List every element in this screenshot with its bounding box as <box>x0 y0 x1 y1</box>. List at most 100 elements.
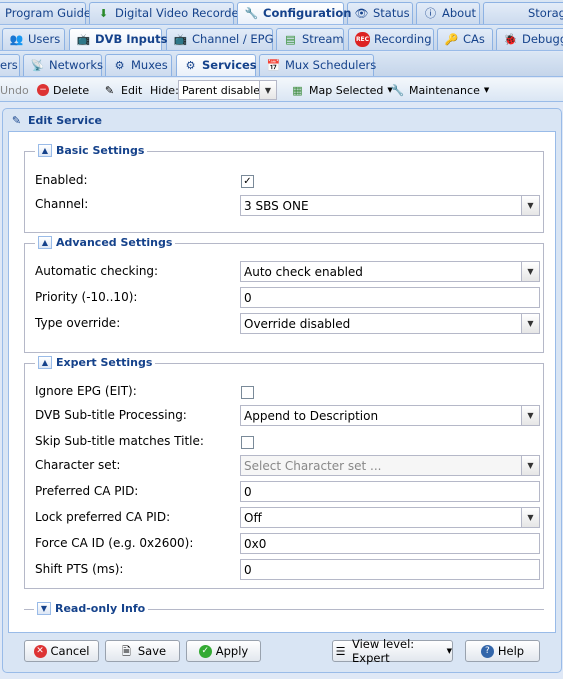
cancel-label: Cancel <box>50 644 90 658</box>
edit-icon: ✎ <box>11 113 22 127</box>
auto-check-label: Automatic checking: <box>35 264 159 278</box>
subtitle-label: DVB Sub-title Processing: <box>35 408 187 422</box>
channel-value: 3 SBS ONE <box>244 198 309 213</box>
type-override-select[interactable]: Override disabled ▼ <box>240 313 540 334</box>
help-label: Help <box>497 644 525 658</box>
tab-recording[interactable]: REC Recording <box>348 28 434 50</box>
undo-label: Undo <box>0 83 29 97</box>
chevron-down-icon: ▼ <box>521 196 539 215</box>
auto-check-select[interactable]: Auto check enabled ▼ <box>240 261 540 282</box>
collapse-icon[interactable]: ▲ <box>38 356 52 369</box>
tab-channel-epg[interactable]: 📺 Channel / EPG <box>166 28 274 50</box>
top-tab-bar: Program Guide ⬇ Digital Video Recorder 🔧 C… <box>0 0 563 25</box>
tab-dvb-inputs[interactable]: 📺 DVB Inputs <box>69 28 167 50</box>
type-override-label: Type override: <box>35 316 121 330</box>
force-ca-label: Force CA ID (e.g. 0x2600): <box>35 536 194 550</box>
view-level-label: View level: Expert <box>352 637 415 665</box>
rec-icon: REC <box>355 32 370 47</box>
tab-users[interactable]: 👥 Users <box>2 28 65 50</box>
tab-services[interactable]: ⚙ Services <box>176 54 257 76</box>
priority-label: Priority (-10..10): <box>35 290 138 304</box>
map-selected-label: Map Selected <box>309 83 384 97</box>
edit-label: Edit <box>121 83 143 97</box>
tab-status[interactable]: 👁 Status <box>347 2 413 24</box>
dialog-title-text: Edit Service <box>28 113 102 127</box>
priority-input[interactable]: 0 <box>240 287 540 308</box>
hide-label-text: Hide: <box>150 83 179 97</box>
edit-icon: ✎ <box>104 83 115 97</box>
hide-label: Hide: <box>150 81 179 99</box>
tab-networks[interactable]: 📡 Networks <box>23 54 104 76</box>
ignore-epg-label: Ignore EPG (EIT): <box>35 384 137 398</box>
tab-label: Debugg <box>522 32 563 46</box>
force-ca-input[interactable]: 0x0 <box>240 533 540 554</box>
tab-label: ers <box>0 58 18 72</box>
tab-label: Muxes <box>131 58 168 72</box>
tab-label: Status <box>373 6 410 20</box>
collapse-icon[interactable]: ▲ <box>38 144 52 157</box>
tab-program-guide[interactable]: Program Guide <box>0 2 91 24</box>
dialog-title: ✎ Edit Service <box>9 111 102 129</box>
tab-about[interactable]: ⓘ About <box>416 2 480 24</box>
basic-settings-legend[interactable]: ▲ Basic Settings <box>35 144 148 157</box>
tab-dvr[interactable]: ⬇ Digital Video Recorder <box>89 2 243 24</box>
tab-mux-schedulers[interactable]: 📅 Mux Schedulers <box>259 54 377 76</box>
advanced-settings-legend[interactable]: ▲ Advanced Settings <box>35 236 176 249</box>
tab-label: Networks <box>49 58 104 72</box>
info-icon: ⓘ <box>425 7 436 20</box>
pref-ca-input[interactable]: 0 <box>240 481 540 502</box>
enabled-label: Enabled: <box>35 173 88 187</box>
apply-button[interactable]: ✓ Apply <box>186 640 261 662</box>
hide-select-value: Parent disabled <box>182 83 268 97</box>
skip-subtitle-checkbox[interactable] <box>241 436 254 449</box>
view-level-button[interactable]: ☰ View level: Expert ▼ <box>332 637 453 665</box>
chevron-down-icon: ▼ <box>521 406 539 425</box>
skip-subtitle-label: Skip Sub-title matches Title: <box>35 434 204 448</box>
enabled-checkbox[interactable]: ✓ <box>241 175 254 188</box>
tab-storage[interactable]: Storag <box>483 2 563 24</box>
undo-button[interactable]: Undo <box>0 81 29 99</box>
tab-stream[interactable]: ▤ Stream <box>276 28 344 50</box>
apply-label: Apply <box>215 644 249 658</box>
tab-label: Mux Schedulers <box>285 58 377 72</box>
wrench-icon: 🔧 <box>390 83 405 97</box>
tab-muxes[interactable]: ⚙ Muxes <box>105 54 172 76</box>
charset-select[interactable]: Select Character set ... ▼ <box>240 455 540 476</box>
tab-label: Storag <box>528 6 563 20</box>
subtitle-value: Append to Description <box>244 408 379 423</box>
dropdown-arrow-icon: ▼ <box>446 647 452 655</box>
dropdown-arrow-icon: ▼ <box>483 86 490 94</box>
delete-icon: − <box>37 84 49 96</box>
expert-settings-fieldset: ▲ Expert Settings Ignore EPG (EIT): DVB S… <box>24 356 544 589</box>
tab-label: Stream <box>302 32 344 46</box>
cancel-button[interactable]: ✕ Cancel <box>24 640 99 662</box>
edit-button[interactable]: ✎ Edit <box>102 81 142 99</box>
tab-configuration[interactable]: 🔧 Configuration <box>237 2 351 24</box>
expand-icon[interactable]: ▼ <box>37 602 51 615</box>
tab-debugging[interactable]: 🐞 Debugg <box>496 28 563 50</box>
delete-button[interactable]: − Delete <box>37 81 89 99</box>
map-selected-button[interactable]: ▦ Map Selected ▼ <box>290 81 393 99</box>
tab-adapters[interactable]: ers <box>0 54 20 76</box>
ignore-epg-checkbox[interactable] <box>241 386 254 399</box>
stream-icon: ▤ <box>285 33 296 46</box>
lock-ca-select[interactable]: Off ▼ <box>240 507 540 528</box>
shift-pts-input[interactable]: 0 <box>240 559 540 580</box>
tab-label: Recording <box>374 32 432 46</box>
hide-select[interactable]: Parent disabled ▼ <box>178 80 277 100</box>
maintenance-button[interactable]: 🔧 Maintenance ▼ <box>390 81 490 99</box>
expert-settings-legend[interactable]: ▲ Expert Settings <box>35 356 156 369</box>
channel-select[interactable]: 3 SBS ONE ▼ <box>240 195 540 216</box>
shift-pts-label: Shift PTS (ms): <box>35 562 124 576</box>
tab-label: About <box>442 6 477 20</box>
tab-cas[interactable]: 🔑 CAs <box>437 28 493 50</box>
help-button[interactable]: ? Help <box>465 640 540 662</box>
save-button[interactable]: 🗎 Save <box>105 640 180 662</box>
services-icon: ⚙ <box>185 59 196 72</box>
readonly-info-legend[interactable]: ▼ Read-only Info <box>34 602 149 615</box>
dialog-body: ▲ Basic Settings Enabled: ✓ 3 SBS ONE ▼ Ch… <box>8 131 556 633</box>
collapse-icon[interactable]: ▲ <box>38 236 52 249</box>
apply-icon: ✓ <box>198 644 212 658</box>
tab-label: Users <box>28 32 61 46</box>
subtitle-select[interactable]: Append to Description ▼ <box>240 405 540 426</box>
